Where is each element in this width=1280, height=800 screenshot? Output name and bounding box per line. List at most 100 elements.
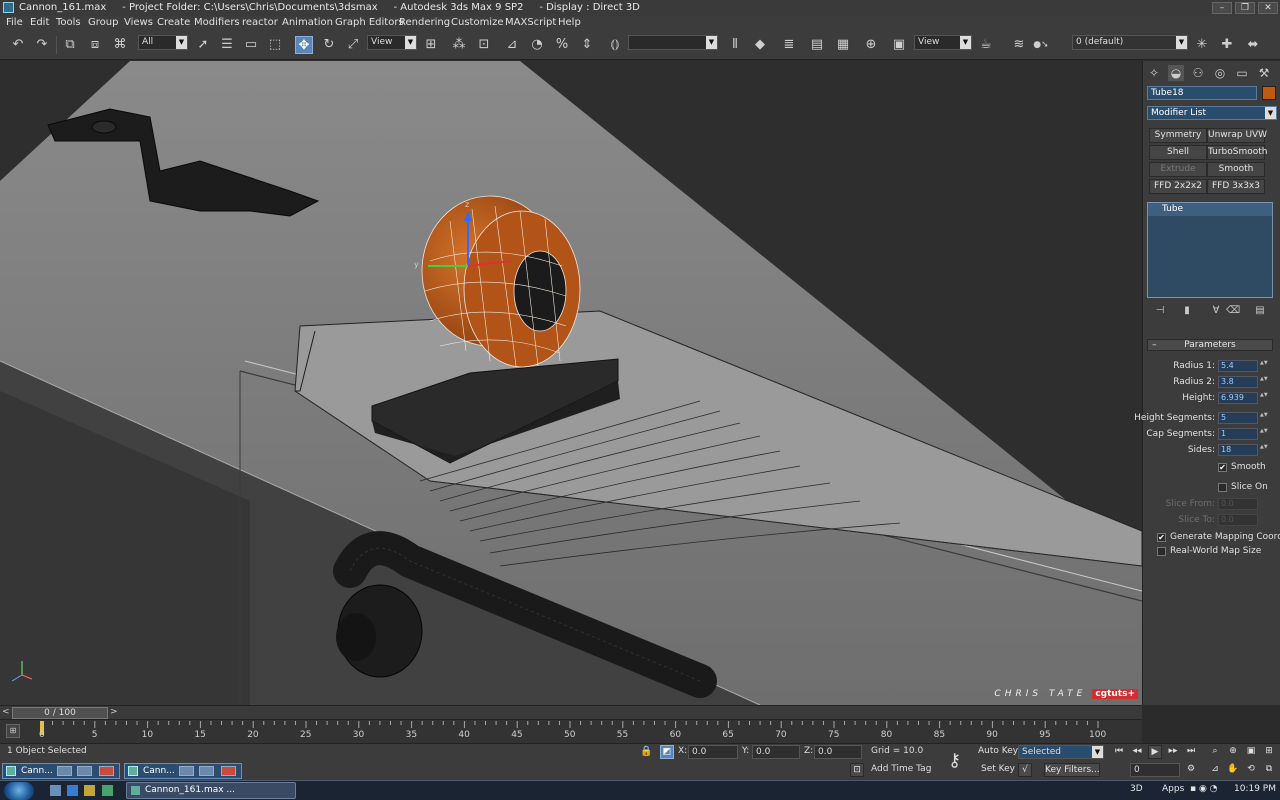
pivot-center-icon[interactable]: ⊞ (422, 36, 440, 54)
param-field-0[interactable]: 5.4 (1218, 360, 1258, 372)
modifier-button-shell[interactable]: Shell (1149, 145, 1207, 160)
modifier-button-turbosmooth[interactable]: TurboSmooth (1207, 145, 1267, 160)
percent-snap-icon[interactable]: % (553, 36, 571, 54)
spinner-icon[interactable]: ▲▼ (1260, 360, 1268, 372)
menu-reactor[interactable]: reactor (242, 16, 278, 30)
next-frame-button[interactable]: > (110, 707, 118, 717)
render-setup-icon[interactable]: ▣ (890, 36, 908, 54)
explorer-icon[interactable] (84, 785, 95, 796)
layer-dropdown[interactable]: 0 (default) ▼ (1072, 35, 1188, 50)
go-to-end-icon[interactable]: ⏭ (1184, 745, 1198, 759)
modifier-list-dropdown[interactable]: Modifier List ▼ (1147, 106, 1277, 120)
restore-icon[interactable] (57, 766, 72, 776)
object-name-field[interactable]: Tube18 (1147, 86, 1257, 100)
parameters-rollout-header[interactable]: – Parameters (1147, 339, 1273, 351)
object-color-swatch[interactable] (1262, 86, 1276, 100)
perspective-viewport[interactable]: z y CHRIS TATE cgtuts+ (0, 61, 1142, 705)
curve-editor-icon[interactable]: ▤ (808, 36, 826, 54)
tray-icons[interactable]: ▪ ◉ ◔ (1190, 784, 1218, 794)
rect-selection-icon[interactable]: ▭ (242, 36, 260, 54)
restore-icon[interactable] (179, 766, 194, 776)
quick-render-icon[interactable]: ☕ (977, 36, 995, 54)
redo-icon[interactable]: ↷ (33, 36, 51, 54)
y-coord-field[interactable]: 0.0 (752, 745, 800, 759)
track-bar[interactable]: ⊞ 0 5 10 15 20 25 30 35 40 45 50 55 60 65 70 75 80 85 90 95… (0, 719, 1142, 743)
menu-maxscript[interactable]: MAXScript (505, 16, 556, 30)
close-button[interactable]: ✕ (1258, 2, 1278, 14)
spinner-icon[interactable]: ▲▼ (1260, 392, 1268, 404)
z-coord-field[interactable]: 0.0 (814, 745, 862, 759)
real-world-checkbox[interactable] (1157, 547, 1166, 556)
orbit-icon[interactable]: ⟲ (1244, 763, 1258, 777)
slice-on-checkbox[interactable] (1218, 483, 1227, 492)
field-of-view-icon[interactable]: ⊿ (1208, 763, 1222, 777)
menu-rendering[interactable]: Rendering (399, 16, 450, 30)
zoom-all-icon[interactable]: ⊕ (1226, 745, 1240, 759)
menu-modifiers[interactable]: Modifiers (194, 16, 240, 30)
render-view-dropdown[interactable]: View ▼ (914, 35, 972, 50)
named-selection-dropdown[interactable]: ▼ (628, 35, 718, 50)
absolute-mode-icon[interactable]: ◩ (660, 745, 674, 759)
keyboard-shortcut-icon[interactable]: ⊡ (475, 36, 493, 54)
zoom-extents-icon[interactable]: ▣ (1244, 745, 1258, 759)
menu-help[interactable]: Help (558, 16, 581, 30)
menu-customize[interactable]: Customize (451, 16, 504, 30)
modifier-button-symmetry[interactable]: Symmetry (1149, 128, 1207, 143)
create-layer-icon[interactable]: ✳ (1193, 36, 1211, 54)
window-crossing-icon[interactable]: ⬚ (266, 36, 284, 54)
minimize-button[interactable]: – (1212, 2, 1232, 14)
motion-tab-icon[interactable]: ◎ (1212, 65, 1228, 81)
pan-icon[interactable]: ✋ (1226, 763, 1240, 777)
maximize-viewport-icon[interactable]: ⧉ (1262, 763, 1276, 777)
taskbar-task-3dsmax[interactable]: Cannon_161.max ... (126, 782, 296, 799)
menu-create[interactable]: Create (157, 16, 190, 30)
x-coord-field[interactable]: 0.0 (688, 745, 738, 759)
schematic-view-icon[interactable]: ▦ (834, 36, 852, 54)
go-to-start-icon[interactable]: ⏮ (1112, 745, 1126, 759)
prev-key-icon[interactable]: ◂◂ (1130, 745, 1144, 759)
modify-tab-icon[interactable]: ◒ (1168, 65, 1184, 81)
tray-apps[interactable]: Apps (1162, 784, 1184, 794)
play-icon[interactable]: ▶ (1148, 745, 1162, 759)
restore-button[interactable]: ❐ (1235, 2, 1255, 14)
time-tag-icon[interactable]: ⊡ (850, 763, 864, 777)
set-key-icon[interactable]: √ (1018, 763, 1032, 777)
minimized-window-1[interactable]: Cann... (2, 763, 120, 779)
tray-3d[interactable]: 3D (1130, 784, 1143, 794)
spinner-icon[interactable]: ▲▼ (1260, 376, 1268, 388)
media-icon[interactable] (102, 785, 113, 796)
show-desktop-icon[interactable] (50, 785, 61, 796)
spinner-icon[interactable]: ▲▼ (1260, 444, 1268, 456)
maximize-icon[interactable] (199, 766, 214, 776)
minimized-window-2[interactable]: Cann... (124, 763, 242, 779)
select-scale-icon[interactable]: ⤢ (344, 36, 362, 54)
pin-stack-icon[interactable]: ⊣ (1153, 304, 1167, 318)
material-editor-icon[interactable]: ⊕ (862, 36, 880, 54)
prev-frame-button[interactable]: < (2, 707, 10, 717)
time-config-icon[interactable]: ⚙ (1184, 763, 1198, 777)
select-in-layer-icon[interactable]: ⬌ (1244, 36, 1262, 54)
selection-filter-dropdown[interactable]: All ▼ (138, 35, 188, 50)
zoom-extents-all-icon[interactable]: ⊞ (1262, 745, 1276, 759)
menu-graph-editors[interactable]: Graph Editors (335, 16, 404, 30)
add-to-layer-icon[interactable]: ✚ (1218, 36, 1236, 54)
start-button[interactable] (4, 782, 34, 800)
configure-sets-icon[interactable]: ▤ (1253, 304, 1267, 318)
menu-file[interactable]: File (6, 16, 23, 30)
zoom-icon[interactable]: ⌕ (1208, 745, 1222, 759)
param-field-3[interactable]: 5 (1218, 412, 1258, 424)
menu-animation[interactable]: Animation (282, 16, 333, 30)
lock-icon[interactable]: 🔒 (640, 746, 652, 757)
current-frame-field[interactable]: 0 (1130, 763, 1180, 777)
app-icon[interactable] (3, 2, 14, 13)
spinner-snap-icon[interactable]: ⇕ (578, 36, 596, 54)
set-key-button[interactable]: Set Key (980, 763, 1016, 777)
mirror-icon[interactable]: ⫴ (726, 36, 744, 54)
modifier-stack[interactable]: Tube (1147, 202, 1273, 298)
close-icon[interactable] (99, 766, 114, 776)
spinner-icon[interactable]: ▲▼ (1260, 412, 1268, 424)
modifier-button-unwrap-uvw[interactable]: Unwrap UVW (1207, 128, 1267, 143)
hierarchy-tab-icon[interactable]: ⚇ (1190, 65, 1206, 81)
link-icon[interactable]: ⧉ (61, 36, 79, 54)
utilities-tab-icon[interactable]: ⚒ (1256, 65, 1272, 81)
